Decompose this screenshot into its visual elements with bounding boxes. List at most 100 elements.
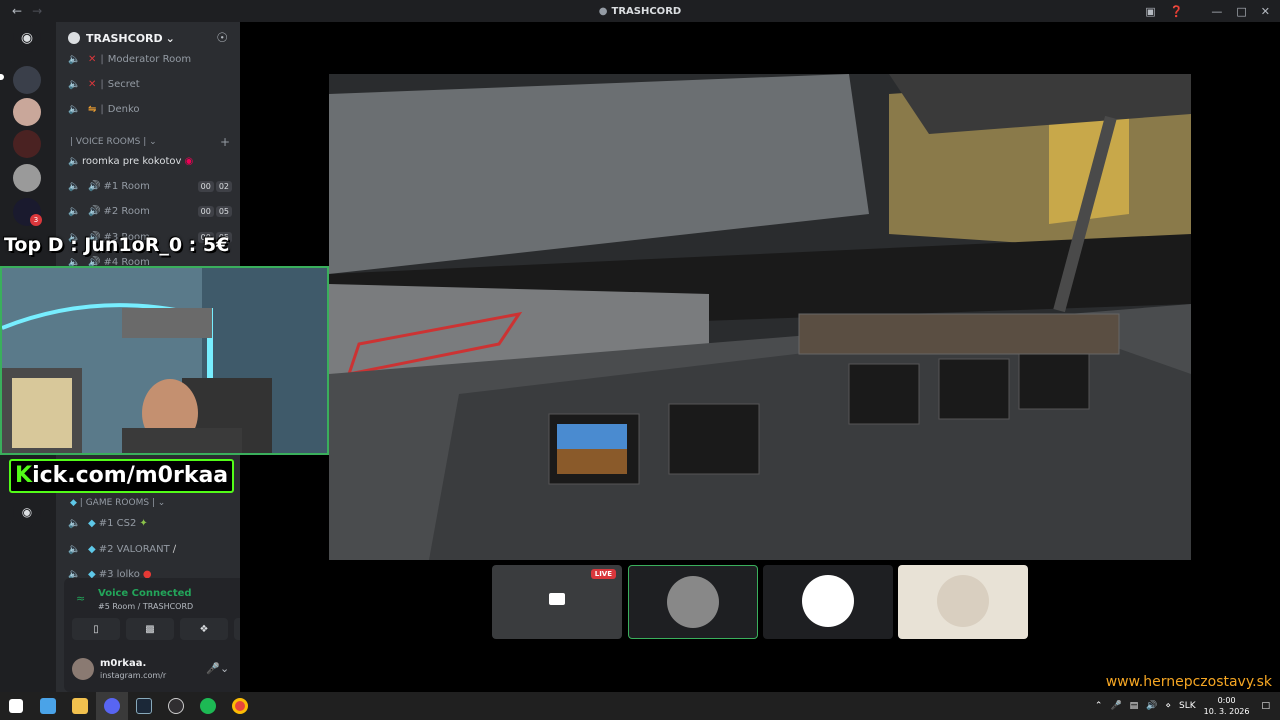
channel-label: #1 Room (103, 180, 150, 192)
participant-thumbnail-1[interactable] (628, 565, 758, 639)
username[interactable]: m0rkaa. (100, 658, 146, 669)
discover-icon[interactable]: ◉ (13, 498, 41, 526)
channel-cs2[interactable]: 🔈 ◆ #1 CS2 ✦ (64, 512, 232, 534)
activities-button[interactable]: ❖ (180, 618, 228, 640)
channel-label: Moderator Room (107, 53, 192, 65)
category-game-rooms[interactable]: ◆ | GAME ROOMS | ⌄ (70, 496, 230, 510)
rss-icon: ⇋ (88, 103, 97, 115)
bluetooth-icon[interactable]: ⋄ (1165, 701, 1171, 711)
file-explorer-icon[interactable] (64, 692, 96, 720)
channel-room-2[interactable]: 🔈 🔊 #2 Room 00 05 (64, 200, 232, 222)
voice-location[interactable]: #5 Room / TRASHCORD (98, 602, 193, 611)
screen-share-icon (549, 593, 565, 605)
gem-icon: ◆ (88, 517, 96, 529)
user-count-badge: 00 02 (197, 180, 232, 192)
server-icon-4[interactable] (13, 164, 41, 192)
microphone-icon[interactable]: 🎤 (1110, 701, 1121, 711)
speaker-icon-blue: 🔊 (88, 180, 101, 192)
divider: | ⌄ (140, 137, 157, 147)
windows-start-icon[interactable] (0, 692, 32, 720)
title-bar: ← → ● TRASHCORD ▣ ❓ — □ ✕ (0, 0, 1280, 22)
avatar (937, 575, 989, 627)
chevron-up-icon[interactable]: ⌃ (1095, 701, 1103, 711)
cockpit-scene (329, 74, 1191, 560)
participant-thumbnail-2[interactable] (763, 565, 893, 639)
server-icon-1[interactable] (13, 66, 41, 94)
volume-icon[interactable]: 🔊 (1146, 701, 1157, 711)
server-badge-icon (68, 32, 80, 44)
kick-text: ick.com/m0rkaa (32, 463, 229, 488)
steam-icon[interactable] (128, 692, 160, 720)
x-icon: ✕ (88, 53, 97, 65)
add-user-icon[interactable]: ☉ (216, 31, 228, 46)
count-current: 00 (197, 205, 214, 217)
gun-icon: ✦ (139, 517, 148, 529)
stream-thumbnail-live[interactable]: LIVE (492, 565, 622, 639)
obs-icon[interactable] (160, 692, 192, 720)
speaker-icon: 🔈 (68, 180, 81, 192)
minimize-button[interactable]: — (1211, 5, 1222, 18)
server-icon-2[interactable] (13, 98, 41, 126)
category-voice-rooms[interactable]: | VOICE ROOMS | ⌄ + (70, 135, 230, 149)
speaker-icon: 🔈 (68, 78, 81, 90)
participant-thumbnail-3[interactable] (898, 565, 1028, 639)
screen-share-button[interactable]: ▩ (126, 618, 174, 640)
camera-off-button[interactable]: ▯ (72, 618, 120, 640)
voice-status[interactable]: Voice Connected (98, 588, 192, 599)
divider: | ⌄ (149, 498, 166, 508)
channel-label: #2 VALORANT (98, 543, 170, 555)
x-icon: ✕ (88, 78, 97, 90)
help-icon[interactable]: ❓ (1170, 5, 1184, 18)
channel-roomka[interactable]: 🔈 roomka pre kokotov ◉ (64, 150, 232, 172)
channel-label: #1 CS2 (98, 517, 137, 529)
count-limit: 02 (215, 180, 232, 192)
taskbar: ⌃ 🎤 ▤ 🔊 ⋄ SLK 0:00 10. 3. 2026 □ (0, 692, 1280, 720)
channel-valorant[interactable]: 🔈 ◆ #2 VALORANT ∕ (64, 538, 232, 560)
maximize-button[interactable]: □ (1236, 5, 1246, 18)
discord-home-button[interactable]: ◉ (13, 24, 41, 52)
count-limit: 05 (215, 205, 232, 217)
category-label: VOICE ROOMS (75, 137, 141, 147)
chrome-icon[interactable] (224, 692, 256, 720)
signal-icon[interactable]: ≈ (76, 592, 85, 605)
channel-label: Secret (107, 78, 140, 90)
language-indicator[interactable]: SLK (1179, 701, 1196, 711)
speaker-icon: 🔈 (68, 543, 81, 555)
inbox-icon[interactable]: ▣ (1145, 5, 1155, 18)
clock-date: 10. 3. 2026 (1203, 707, 1250, 716)
notification-badge: 3 (30, 214, 42, 226)
network-icon[interactable]: ▤ (1130, 701, 1139, 711)
speaker-icon: 🔈 (68, 517, 81, 529)
channel-denko[interactable]: 🔈 ⇋ | Denko (64, 98, 232, 120)
window-title-text: TRASHCORD (611, 5, 682, 17)
divider: | (100, 103, 104, 115)
speaker-icon: 🔈 (68, 205, 81, 217)
webcam-overlay (0, 266, 329, 455)
close-button[interactable]: ✕ (1261, 5, 1270, 18)
kick-overlay: Kick.com/m0rkaa (9, 459, 235, 493)
stream-video[interactable] (329, 74, 1191, 560)
channel-secret[interactable]: 🔈 ✕ | Secret (64, 73, 232, 95)
window-title: ● TRASHCORD (0, 6, 1280, 17)
speaker-icon: 🔈 (68, 103, 81, 115)
clock[interactable]: 0:00 10. 3. 2026 (1204, 695, 1250, 717)
channel-moderator-room[interactable]: 🔈 ✕ | Moderator Room (64, 48, 232, 70)
server-icon-3[interactable] (13, 130, 41, 158)
add-channel-icon[interactable]: + (220, 135, 230, 149)
count-current: 00 (197, 180, 214, 192)
unread-indicator (0, 74, 4, 80)
webcam-scene (2, 268, 327, 453)
channel-label: Denko (107, 103, 140, 115)
spotify-icon[interactable] (192, 692, 224, 720)
top-donor-overlay: Top D : Jun1oR_0 : 5€ (4, 234, 230, 256)
microphone-icon[interactable]: 🎤⌄ (206, 662, 229, 675)
category-label: GAME ROOMS (85, 498, 150, 508)
system-tray: ⌃ 🎤 ▤ 🔊 ⋄ SLK 0:00 10. 3. 2026 □ (1095, 692, 1280, 720)
user-status: instagram.com/r (100, 671, 167, 680)
notifications-icon[interactable]: □ (1261, 701, 1270, 711)
pinned-app-icon[interactable] (32, 692, 64, 720)
discord-taskbar-icon[interactable] (96, 692, 128, 720)
channel-label: roomka pre kokotov (82, 155, 182, 167)
avatar[interactable] (72, 658, 94, 680)
channel-room-1[interactable]: 🔈 🔊 #1 Room 00 02 (64, 175, 232, 197)
